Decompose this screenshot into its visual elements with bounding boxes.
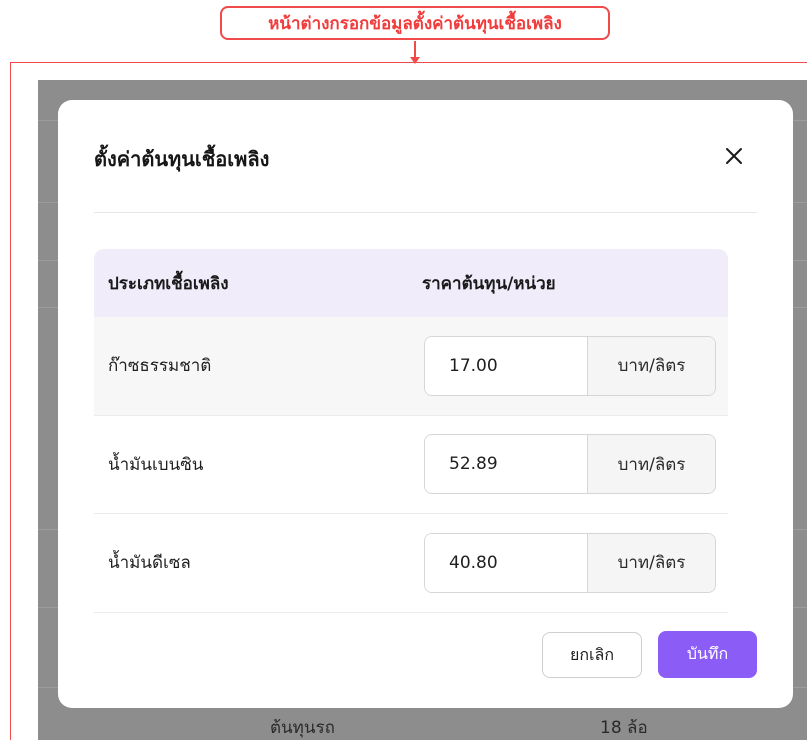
unit-addon: บาท/ลิตร xyxy=(587,435,715,494)
table-header: ประเภทเชื้อเพลิง ราคาต้นทุน/หน่วย xyxy=(94,249,728,317)
fuel-cost-table: ประเภทเชื้อเพลิง ราคาต้นทุน/หน่วย ก๊าซธร… xyxy=(94,249,728,613)
modal-title: ตั้งค่าต้นทุนเชื้อเพลิง xyxy=(94,147,270,171)
cost-input-diesel[interactable] xyxy=(425,533,587,592)
table-row: น้ำมันเบนซิน บาท/ลิตร xyxy=(94,416,728,514)
unit-addon: บาท/ลิตร xyxy=(587,336,715,395)
cost-input-natural-gas[interactable] xyxy=(425,336,587,395)
save-button[interactable]: บันทึก xyxy=(658,631,757,678)
cost-input-benzene[interactable] xyxy=(425,435,587,494)
table-row: น้ำมันดีเซล บาท/ลิตร xyxy=(94,514,728,613)
column-header-unit-cost: ราคาต้นทุน/หน่วย xyxy=(422,273,556,294)
background-row-value: 18 ล้อ xyxy=(600,718,648,738)
background-row-label: ต้นทุนรถ xyxy=(270,718,335,738)
cost-input-group: บาท/ลิตร xyxy=(424,532,716,593)
fuel-type-label: ก๊าซธรรมชาติ xyxy=(108,356,212,377)
column-header-fuel-type: ประเภทเชื้อเพลิง xyxy=(108,273,229,294)
close-icon xyxy=(726,148,742,164)
header-divider xyxy=(94,212,757,213)
table-row: ก๊าซธรรมชาติ บาท/ลิตร xyxy=(94,317,728,416)
cancel-button[interactable]: ยกเลิก xyxy=(542,632,642,678)
unit-addon: บาท/ลิตร xyxy=(587,533,715,592)
annotation-label: หน้าต่างกรอกข้อมูลตั้งค่าต้นทุนเชื้อเพลิ… xyxy=(220,6,610,40)
cost-input-group: บาท/ลิตร xyxy=(424,434,716,495)
fuel-type-label: น้ำมันเบนซิน xyxy=(108,454,204,475)
fuel-cost-modal: ตั้งค่าต้นทุนเชื้อเพลิง ประเภทเชื้อเพลิง… xyxy=(58,100,793,708)
cost-input-group: บาท/ลิตร xyxy=(424,335,716,396)
close-button[interactable] xyxy=(718,140,750,172)
fuel-type-label: น้ำมันดีเซล xyxy=(108,553,191,574)
